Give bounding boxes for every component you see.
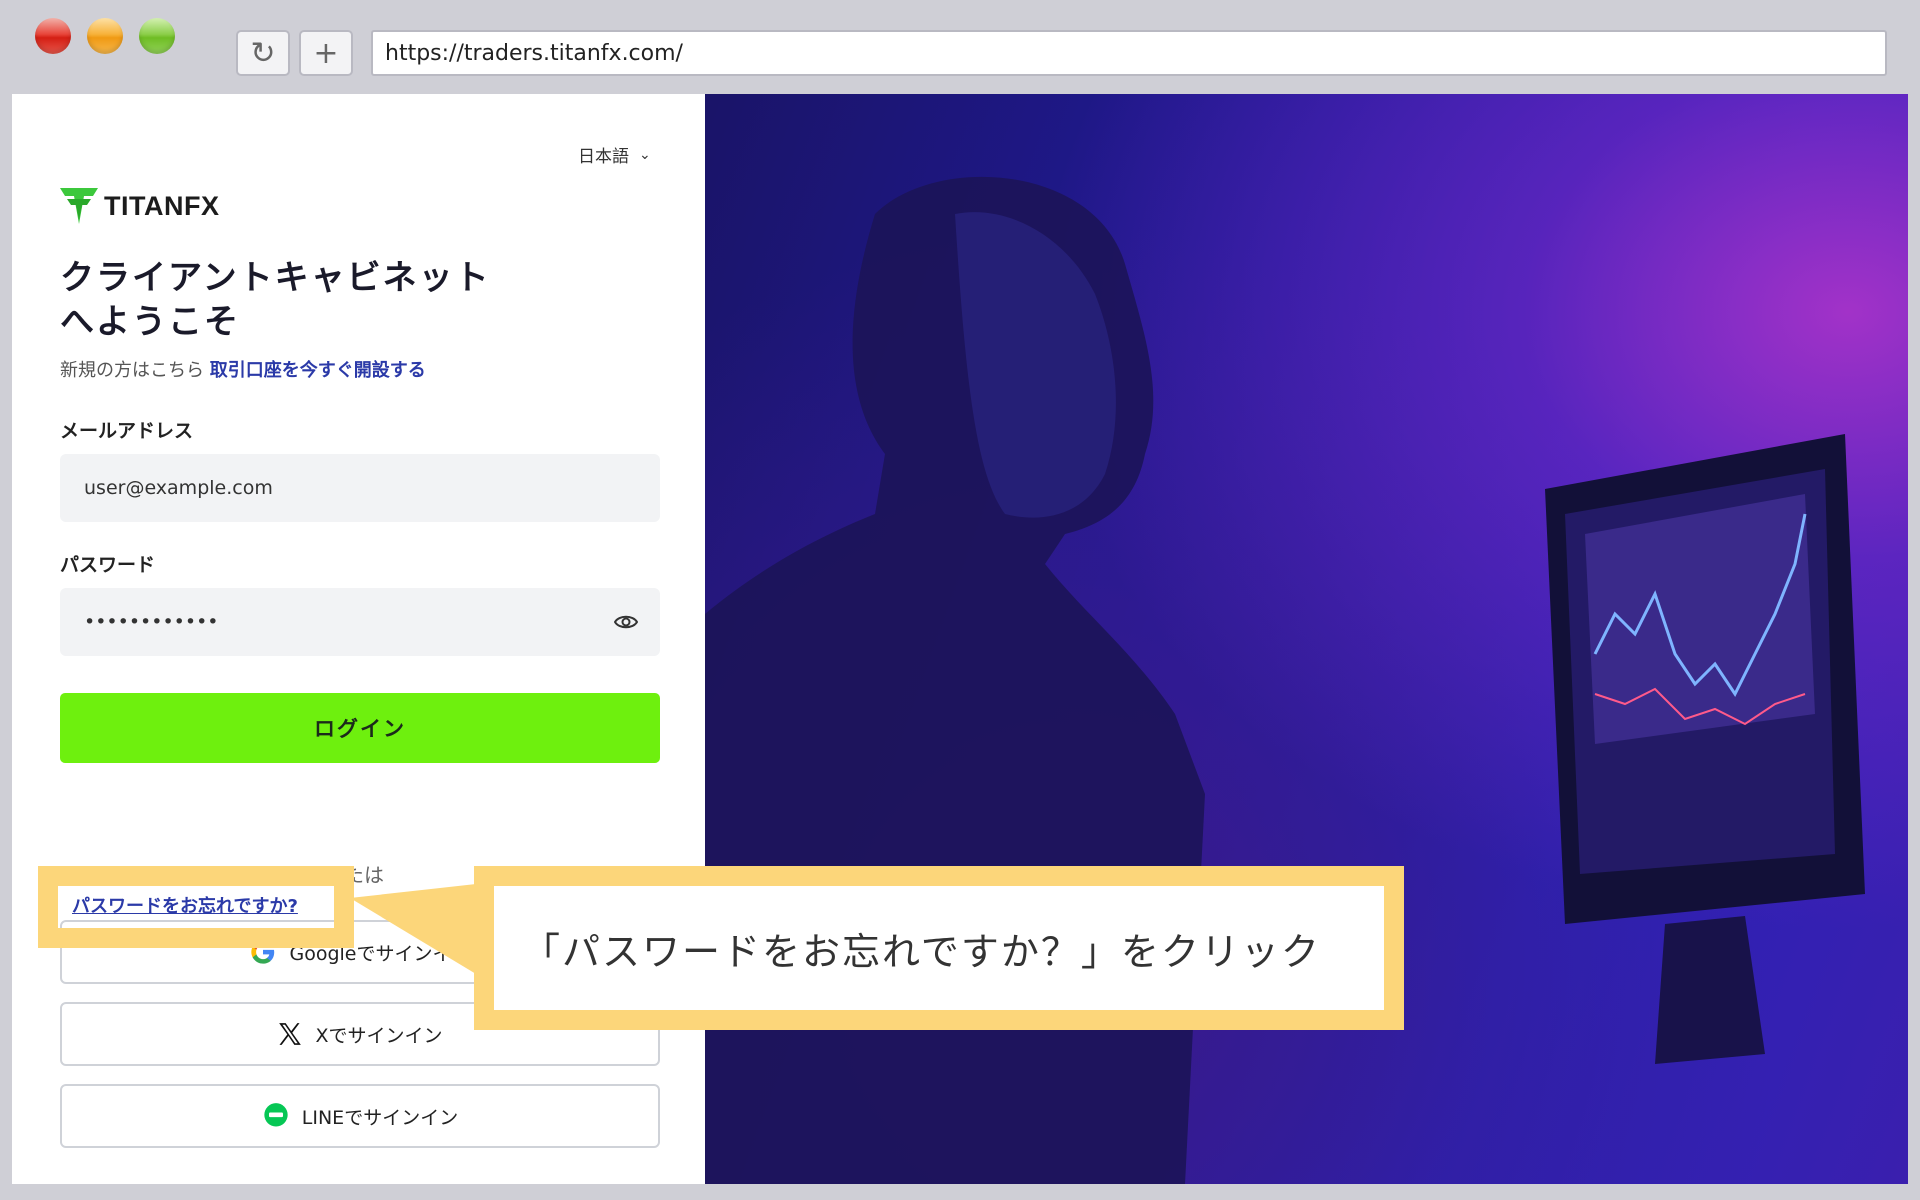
chevron-down-icon: ⌄ xyxy=(639,146,651,163)
signup-prefix: 新規の方はこちら xyxy=(60,360,204,381)
forgot-password-link[interactable]: パスワードをお忘れですか? xyxy=(72,892,298,918)
page-viewport: 日本語 ⌄ TITANFX クライアントキャビネット へようこそ 新規の方はこち… xyxy=(12,94,1908,1184)
email-label: メールアドレス xyxy=(60,420,194,442)
password-value: •••••••••••• xyxy=(84,611,219,633)
x-icon xyxy=(279,1023,302,1045)
plus-icon: + xyxy=(313,35,339,71)
instruction-callout: 「パスワードをお忘れですか？」をクリック xyxy=(474,866,1404,1030)
url-text: https://traders.titanfx.com/ xyxy=(385,40,683,66)
address-bar[interactable]: https://traders.titanfx.com/ xyxy=(371,30,1887,76)
signup-prompt: 新規の方はこちら 取引口座を今すぐ開設する xyxy=(60,356,426,382)
email-input[interactable]: user@example.com xyxy=(60,454,660,522)
reload-button[interactable]: ↻ xyxy=(236,30,290,76)
new-tab-button[interactable]: + xyxy=(299,30,353,76)
line-signin-label: LINEでサインイン xyxy=(301,1106,459,1129)
logo-wordmark: TITANFX xyxy=(104,190,220,221)
open-account-link[interactable]: 取引口座を今すぐ開設する xyxy=(210,360,426,381)
line-signin-button[interactable]: LINEでサインイン xyxy=(60,1084,660,1148)
close-window-button[interactable] xyxy=(35,18,71,54)
login-button[interactable]: ログイン xyxy=(60,693,660,763)
callout-text: 「パスワードをお忘れですか？」をクリック xyxy=(494,886,1384,1010)
title-line-1: クライアントキャビネット xyxy=(60,258,491,298)
title-line-2: へようこそ xyxy=(60,302,240,342)
callout-pointer xyxy=(350,884,476,974)
maximize-window-button[interactable] xyxy=(139,18,175,54)
language-label: 日本語 xyxy=(578,147,629,167)
page-title: クライアントキャビネット へようこそ xyxy=(60,256,491,344)
eye-icon[interactable] xyxy=(614,610,638,634)
browser-chrome: ↻ + https://traders.titanfx.com/ xyxy=(0,0,1920,94)
line-icon xyxy=(264,1103,288,1127)
password-input[interactable]: •••••••••••• xyxy=(60,588,660,656)
language-selector[interactable]: 日本語 ⌄ xyxy=(578,142,651,168)
reload-icon: ↻ xyxy=(250,35,276,71)
minimize-window-button[interactable] xyxy=(87,18,123,54)
titanfx-logo-icon xyxy=(60,188,98,224)
email-value: user@example.com xyxy=(84,477,273,499)
x-signin-label: Xでサインイン xyxy=(315,1024,443,1047)
titanfx-logo: TITANFX xyxy=(60,186,219,226)
password-label: パスワード xyxy=(60,554,156,576)
